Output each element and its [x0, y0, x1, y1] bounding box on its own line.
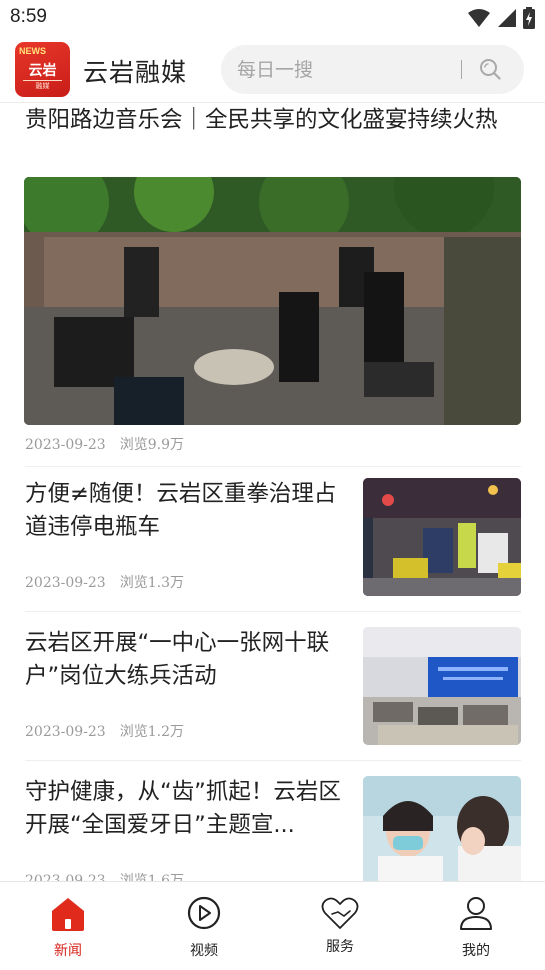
- divider: [25, 760, 521, 761]
- concert-photo: [24, 177, 521, 425]
- play-icon: [187, 896, 221, 930]
- street-photo: [363, 478, 521, 596]
- user-icon: [460, 897, 492, 930]
- news-item[interactable]: 方便≠随便！云岩区重拳治理占道违停电瓶车 2023-09-23 浏览1.3万: [0, 478, 545, 626]
- search-divider: [461, 60, 462, 79]
- battery-icon: [523, 7, 535, 29]
- lead-article-title[interactable]: 贵阳路边音乐会｜全民共享的文化盛宴持续火热: [25, 104, 520, 137]
- news-item[interactable]: 云岩区开展“一中心一张网十联户”岗位大练兵活动 2023-09-23 浏览1.2万: [0, 627, 545, 775]
- status-icons: [467, 7, 535, 29]
- tab-news[interactable]: 新闻: [0, 882, 136, 970]
- news-item-thumbnail[interactable]: [363, 627, 521, 745]
- news-item-title[interactable]: 守护健康，从“齿”抓起！云岩区开展“全国爱牙日”主题宣...: [25, 776, 355, 842]
- news-item-meta: 2023-09-23 浏览1.3万: [25, 572, 184, 592]
- tab-profile[interactable]: 我的: [408, 882, 544, 970]
- tab-label: 服务: [326, 939, 354, 955]
- bottom-tab-bar: 新闻 视频 服务 我的: [0, 881, 545, 970]
- signal-icon: [498, 9, 516, 27]
- app-title: 云岩融媒: [83, 58, 188, 87]
- article-views: 浏览1.6万: [119, 873, 184, 881]
- heart-icon: [321, 897, 359, 929]
- divider: [25, 611, 521, 612]
- article-date: 2023-09-23: [25, 437, 106, 453]
- search-box[interactable]: [221, 45, 524, 94]
- tab-services[interactable]: 服务: [272, 882, 408, 970]
- tab-label: 新闻: [54, 943, 82, 959]
- status-time: 8:59: [10, 6, 47, 27]
- app-logo: NEWS 云岩 融媒: [15, 42, 70, 97]
- search-icon[interactable]: [478, 57, 502, 81]
- article-date: 2023-09-23: [25, 575, 106, 591]
- news-item-title[interactable]: 方便≠随便！云岩区重拳治理占道违停电瓶车: [25, 478, 355, 544]
- lead-article-meta: 2023-09-23 浏览9.9万: [25, 434, 184, 454]
- search-input[interactable]: [237, 57, 457, 83]
- tab-label: 我的: [462, 943, 490, 959]
- article-views: 浏览9.9万: [119, 437, 184, 453]
- logo-main-text: 云岩: [28, 63, 57, 79]
- article-date: 2023-09-23: [25, 873, 106, 881]
- news-item-thumbnail[interactable]: [363, 776, 521, 881]
- home-icon: [52, 898, 84, 931]
- news-item[interactable]: 守护健康，从“齿”抓起！云岩区开展“全国爱牙日”主题宣... 2023-09-2…: [0, 776, 545, 881]
- dental-photo: [363, 776, 521, 881]
- news-feed[interactable]: 贵阳路边音乐会｜全民共享的文化盛宴持续火热 2023-09-23 浏览9.9万 …: [0, 104, 545, 881]
- article-views: 浏览1.3万: [119, 575, 184, 591]
- news-item-title[interactable]: 云岩区开展“一中心一张网十联户”岗位大练兵活动: [25, 627, 355, 693]
- article-date: 2023-09-23: [25, 724, 106, 740]
- logo-sub-text: 融媒: [23, 80, 62, 90]
- article-views: 浏览1.2万: [119, 724, 184, 740]
- status-bar: 8:59: [0, 0, 545, 36]
- app-header: NEWS 云岩 融媒 云岩融媒: [0, 36, 545, 103]
- tab-video[interactable]: 视频: [136, 882, 272, 970]
- meeting-photo: [363, 627, 521, 745]
- news-item-meta: 2023-09-23 浏览1.2万: [25, 721, 184, 741]
- wifi-icon: [468, 9, 490, 27]
- divider: [25, 466, 521, 467]
- lead-article-image[interactable]: [24, 177, 521, 425]
- tab-label: 视频: [190, 943, 218, 959]
- news-item-thumbnail[interactable]: [363, 478, 521, 596]
- news-item-meta: 2023-09-23 浏览1.6万: [25, 870, 184, 881]
- logo-badge: NEWS: [19, 46, 46, 56]
